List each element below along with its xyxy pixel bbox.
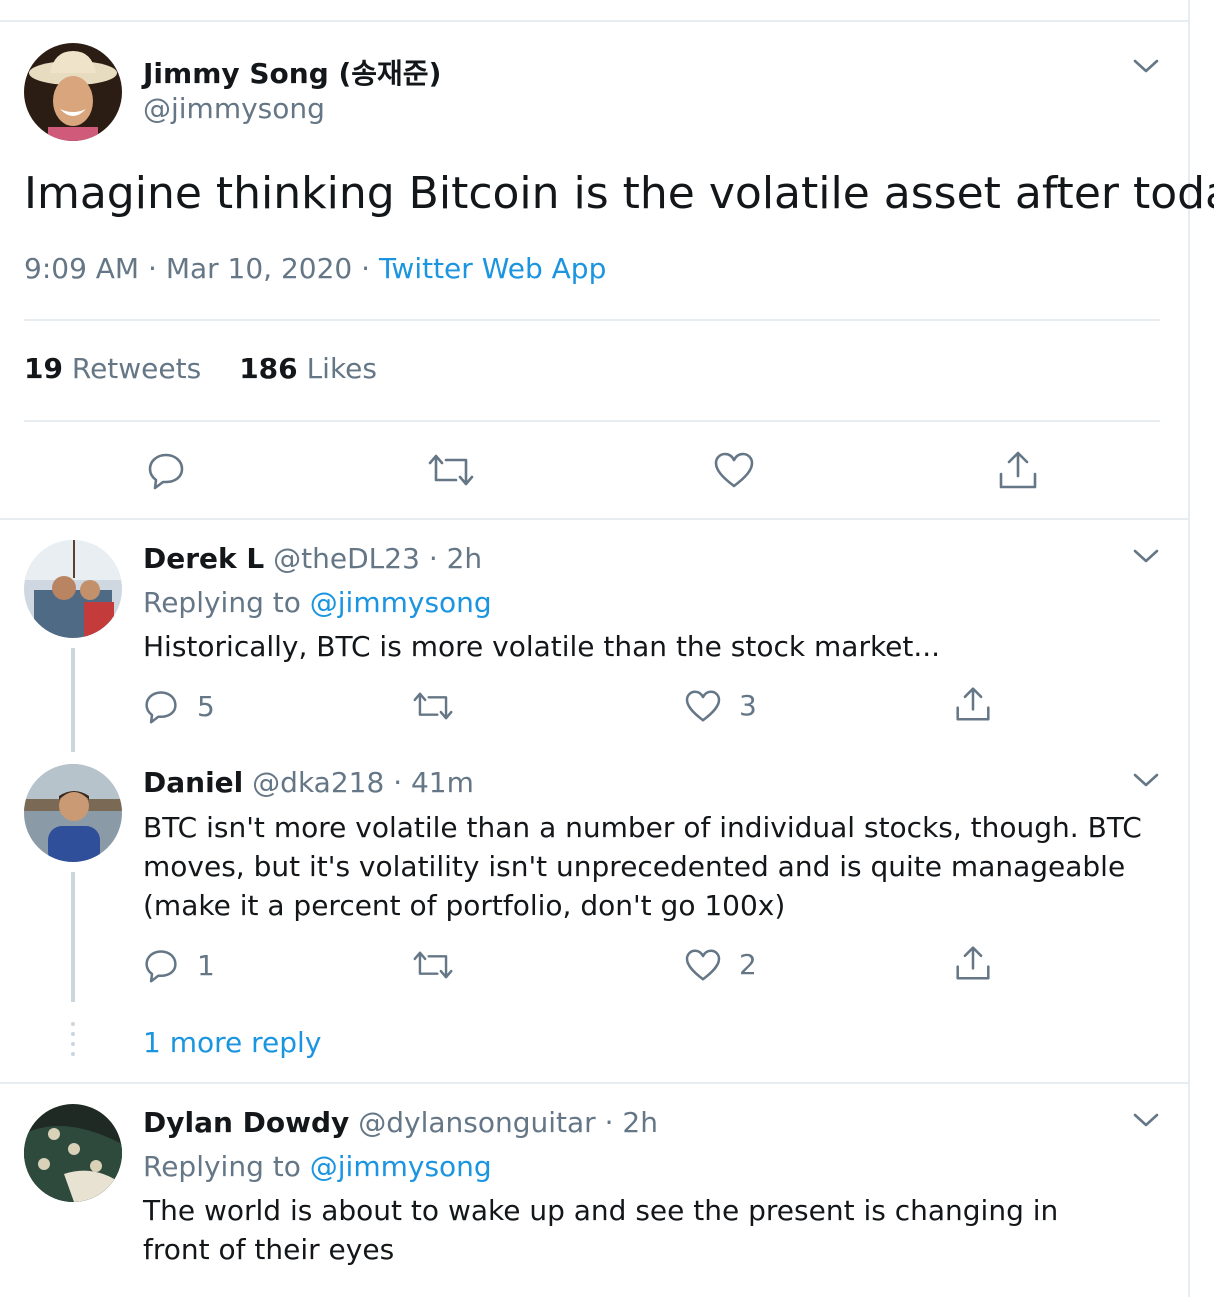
- more-replies-link[interactable]: 1 more reply: [143, 1026, 321, 1059]
- reply-text: Historically, BTC is more volatile than …: [143, 630, 941, 663]
- replying-to-link[interactable]: @jimmysong: [310, 586, 492, 619]
- replying-to: Replying to @jimmysong: [143, 1150, 492, 1183]
- share-icon: [999, 451, 1037, 489]
- reply-button[interactable]: 5: [143, 688, 215, 724]
- likes-stat[interactable]: 186 Likes: [239, 352, 377, 385]
- reply-author-handle[interactable]: @theDL23: [273, 542, 420, 575]
- share-button[interactable]: [955, 686, 991, 722]
- like-button[interactable]: 2: [685, 948, 757, 981]
- thread-line: [71, 648, 75, 752]
- thread-divider: [0, 1082, 1190, 1084]
- reply-avatar-dylan[interactable]: [24, 1104, 122, 1202]
- author-name[interactable]: Jimmy Song (송재준): [143, 52, 441, 92]
- reply-time[interactable]: · 41m: [393, 766, 474, 799]
- reply-author-name[interactable]: Dylan Dowdy: [143, 1106, 349, 1139]
- share-button[interactable]: [955, 945, 991, 981]
- retweet-icon: [428, 454, 474, 486]
- retweets-count: 19: [24, 352, 63, 385]
- reply-header: Dylan Dowdy @dylansonguitar · 2h: [143, 1106, 658, 1139]
- tweet-divider: [0, 518, 1190, 520]
- like-count: 3: [739, 689, 757, 722]
- reply-button[interactable]: [146, 450, 186, 490]
- heart-icon: [685, 690, 721, 721]
- likes-label: Likes: [306, 352, 377, 385]
- tweet-text: Imagine thinking Bitcoin is the volatile…: [24, 168, 1214, 219]
- reply-icon: [145, 691, 177, 724]
- retweets-label: Retweets: [71, 352, 202, 385]
- like-button[interactable]: [714, 452, 754, 488]
- reply-text: BTC isn't more volatile than a number of…: [143, 811, 1142, 922]
- heart-icon: [685, 949, 721, 980]
- thread-dots: [71, 1022, 75, 1062]
- retweet-button[interactable]: [413, 949, 453, 981]
- thread-line: [71, 872, 75, 1002]
- reply-author-name[interactable]: Derek L: [143, 542, 264, 575]
- tweet-stats: 19 Retweets 186 Likes: [24, 352, 377, 385]
- meta-separator: ·: [361, 252, 371, 285]
- reply-avatar-daniel[interactable]: [24, 764, 122, 862]
- reply-time[interactable]: · 2h: [605, 1106, 658, 1139]
- reply-author-handle[interactable]: @dka218: [252, 766, 384, 799]
- reply-header: Derek L @theDL23 · 2h: [143, 542, 482, 575]
- replying-to-link[interactable]: @jimmysong: [310, 1150, 492, 1183]
- share-icon: [956, 687, 990, 721]
- like-button[interactable]: 3: [685, 689, 757, 722]
- reply-button[interactable]: 1: [143, 947, 215, 983]
- share-button[interactable]: [998, 450, 1038, 490]
- reply-avatar-derek[interactable]: [24, 540, 122, 638]
- chevron-down-icon[interactable]: [1132, 56, 1160, 76]
- reply-header: Daniel @dka218 · 41m: [143, 766, 474, 799]
- chevron-down-icon[interactable]: [1132, 1110, 1160, 1130]
- tweet-source-link[interactable]: Twitter Web App: [379, 252, 606, 285]
- reply-icon: [145, 950, 177, 983]
- retweet-icon: [413, 951, 453, 979]
- timeline-column: Jimmy Song (송재준) @jimmysong Imagine thin…: [0, 0, 1214, 1297]
- replying-to: Replying to @jimmysong: [143, 586, 492, 619]
- replying-label: Replying to: [143, 1150, 301, 1183]
- reply-count: 5: [197, 689, 215, 723]
- tweet-date[interactable]: Mar 10, 2020: [166, 252, 352, 285]
- like-count: 2: [739, 948, 757, 981]
- tweet-time[interactable]: 9:09 AM: [24, 252, 139, 285]
- share-icon: [956, 946, 990, 980]
- reply-text: The world is about to wake up and see th…: [143, 1194, 1059, 1266]
- author-avatar[interactable]: [24, 43, 122, 141]
- replying-label: Replying to: [143, 586, 301, 619]
- reply-icon: [148, 453, 184, 490]
- tweet-meta: 9:09 AM · Mar 10, 2020 · Twitter Web App: [24, 252, 606, 285]
- top-divider: [0, 20, 1190, 22]
- retweet-button[interactable]: [428, 452, 474, 488]
- reply-author-name[interactable]: Daniel: [143, 766, 243, 799]
- chevron-down-icon[interactable]: [1132, 770, 1160, 790]
- stats-divider: [24, 420, 1160, 422]
- reply-author-handle[interactable]: @dylansonguitar: [358, 1106, 595, 1139]
- heart-icon: [714, 452, 754, 488]
- meta-separator: ·: [148, 252, 157, 285]
- retweet-icon: [413, 692, 453, 720]
- author-handle[interactable]: @jimmysong: [143, 92, 325, 125]
- retweets-stat[interactable]: 19 Retweets: [24, 352, 201, 385]
- retweet-button[interactable]: [413, 690, 453, 722]
- likes-count: 186: [239, 352, 298, 385]
- reply-count: 1: [197, 948, 215, 982]
- meta-divider: [24, 319, 1160, 321]
- reply-time[interactable]: · 2h: [429, 542, 482, 575]
- chevron-down-icon[interactable]: [1132, 546, 1160, 566]
